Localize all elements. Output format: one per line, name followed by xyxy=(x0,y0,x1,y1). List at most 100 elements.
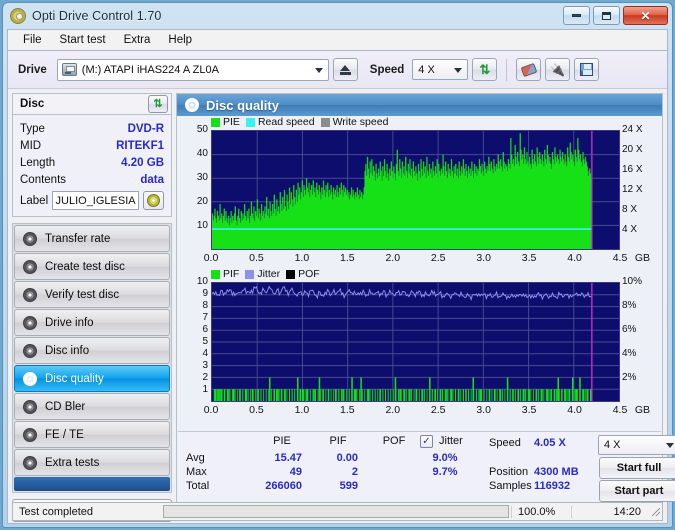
test-speed-select[interactable]: 4 X xyxy=(598,435,675,455)
y-tick-label: 8 xyxy=(202,300,208,311)
drive-select[interactable]: (M:) ATAPI iHAS224 A ZL0A xyxy=(56,58,329,81)
x-tick-label: 4.0 xyxy=(567,252,582,264)
start-part-button[interactable]: Start part xyxy=(599,480,675,502)
jitter-checkbox[interactable]: ✓ xyxy=(420,435,433,448)
sidebar-item-verify-test-disc[interactable]: Verify test disc xyxy=(14,281,170,308)
y-tick-label: 40 xyxy=(196,148,208,159)
save-icon xyxy=(580,63,594,76)
resize-grip-icon[interactable] xyxy=(649,505,662,518)
disc-label-input[interactable]: JULIO_IGLESIA xyxy=(52,191,139,210)
sidebar-item-label: Verify test disc xyxy=(45,288,120,301)
disc-refresh-button[interactable]: ⇅ xyxy=(148,95,168,113)
menu-item-start-test[interactable]: Start test xyxy=(51,32,115,48)
minimize-button[interactable] xyxy=(563,6,590,25)
stats-pif-max: 2 xyxy=(351,466,358,478)
disc-contents-value: data xyxy=(140,173,164,186)
sidebar-item-extra-tests[interactable]: Extra tests xyxy=(14,449,170,476)
navigation-list: Transfer rate Create test disc Verify te… xyxy=(12,223,172,493)
save-button[interactable] xyxy=(574,58,600,81)
legend-swatch xyxy=(286,269,296,279)
sidebar-item-transfer-rate[interactable]: Transfer rate xyxy=(14,225,170,252)
chart2-plot-area[interactable] xyxy=(211,282,620,402)
x-tick-label: 2.5 xyxy=(430,404,446,416)
chart1-plot-area[interactable] xyxy=(211,130,620,250)
y2-tick-label: 2% xyxy=(622,372,637,383)
disc-icon xyxy=(147,194,160,207)
x-tick-label: 3.5 xyxy=(521,252,537,264)
sidebar-item-create-test-disc[interactable]: Create test disc xyxy=(14,253,170,280)
disc-fete-icon xyxy=(23,427,37,442)
sidebar-item-cd-bler[interactable]: CD Bler xyxy=(14,393,170,420)
x-axis-unit: GB xyxy=(634,252,650,264)
disc-label-button[interactable] xyxy=(143,191,164,210)
sidebar-item-fe-te[interactable]: FE / TE xyxy=(14,421,170,448)
speed-label: Speed xyxy=(369,63,405,76)
sidebar-item-label: Drive info xyxy=(45,316,94,329)
chevron-down-icon xyxy=(666,443,674,448)
x-tick-label: 3.0 xyxy=(476,252,491,264)
disc-verify-icon xyxy=(23,287,37,302)
x-tick-label: 1.5 xyxy=(340,252,355,264)
y-tick-label: 4 xyxy=(202,348,208,359)
disc-panel-title: Disc xyxy=(20,98,45,110)
eraser-icon xyxy=(520,62,538,77)
sidebar-item-disc-quality[interactable]: Disc quality xyxy=(14,365,170,392)
speed-select[interactable]: 4 X xyxy=(412,59,469,80)
app-window: Opti Drive Control 1.70 ✕ File Start tes… xyxy=(2,2,675,528)
sidebar-item-label: Extra tests xyxy=(45,456,100,469)
close-button[interactable]: ✕ xyxy=(623,6,668,25)
sidebar-item-drive-info[interactable]: Drive info xyxy=(14,309,170,336)
y2-tick-label: 20 X xyxy=(622,144,643,155)
position-label: Position xyxy=(489,466,529,478)
menu-item-file[interactable]: File xyxy=(14,32,51,48)
x-tick-label: 0.0 xyxy=(203,404,219,416)
eject-button[interactable] xyxy=(332,58,358,81)
start-full-button[interactable]: Start full xyxy=(599,457,675,479)
disc-row-mid: MID RITEKF1 xyxy=(20,137,164,154)
refresh-button[interactable]: ⇅ xyxy=(472,58,498,81)
sidebar-item-label: Transfer rate xyxy=(45,232,111,245)
navigation-filler xyxy=(14,477,170,491)
progress-bar xyxy=(163,505,509,518)
disc-row-type: Type DVD-R xyxy=(20,120,164,137)
page-title: Disc quality xyxy=(206,97,279,113)
y2-tick-label: 24 X xyxy=(622,124,643,135)
stats-pie-avg: 15.47 xyxy=(274,452,302,464)
y2-tick-label: 4% xyxy=(622,348,637,359)
main-panel: Disc quality PIE Read speed Write speed xyxy=(176,93,675,519)
stats-header-jitter: Jitter xyxy=(439,435,463,447)
app-icon xyxy=(10,8,26,24)
chart2-svg xyxy=(212,283,619,401)
menu-item-help[interactable]: Help xyxy=(159,32,201,48)
drive-icon xyxy=(23,315,37,330)
plugin-button[interactable]: 🔌 xyxy=(545,58,571,81)
legend-swatch xyxy=(245,269,255,279)
erase-button[interactable] xyxy=(516,58,542,81)
status-message: Test completed xyxy=(19,505,93,518)
sidebar-item-disc-info[interactable]: Disc info xyxy=(14,337,170,364)
chevron-down-icon xyxy=(314,67,323,73)
progress-percent: 100.0% xyxy=(511,505,571,518)
y2-tick-label: 16 X xyxy=(622,164,643,175)
maximize-button[interactable] xyxy=(593,6,620,25)
x-tick-label: 2.0 xyxy=(385,252,401,264)
stats-pif-total: 599 xyxy=(339,480,358,492)
sidebar-item-label: Disc info xyxy=(45,344,90,357)
menu-item-extra[interactable]: Extra xyxy=(115,32,160,48)
plug-icon: 🔌 xyxy=(550,62,566,77)
y-tick-label: 5 xyxy=(202,336,208,347)
legend-item-pie: PIE xyxy=(211,116,240,128)
sidebar-item-label: FE / TE xyxy=(45,428,84,441)
disc-mid-value: RITEKF1 xyxy=(116,139,164,152)
legend-item-read-speed: Read speed xyxy=(245,116,315,128)
speed-select-value: 4 X xyxy=(418,63,435,76)
legend-item-jitter: Jitter xyxy=(245,268,280,280)
stats-pif-avg: 0.00 xyxy=(336,452,358,464)
disc-info-icon xyxy=(23,343,37,358)
left-panel: Disc ⇅ Type DVD-R MID RITEKF1 Length 4.2… xyxy=(12,93,172,522)
stats-row-label-total: Total xyxy=(186,480,210,492)
x-tick-label: 4.5 xyxy=(612,252,628,264)
y-tick-label: 20 xyxy=(196,196,208,207)
x-tick-label: 2.0 xyxy=(385,404,401,416)
y-tick-label: 3 xyxy=(202,360,208,371)
